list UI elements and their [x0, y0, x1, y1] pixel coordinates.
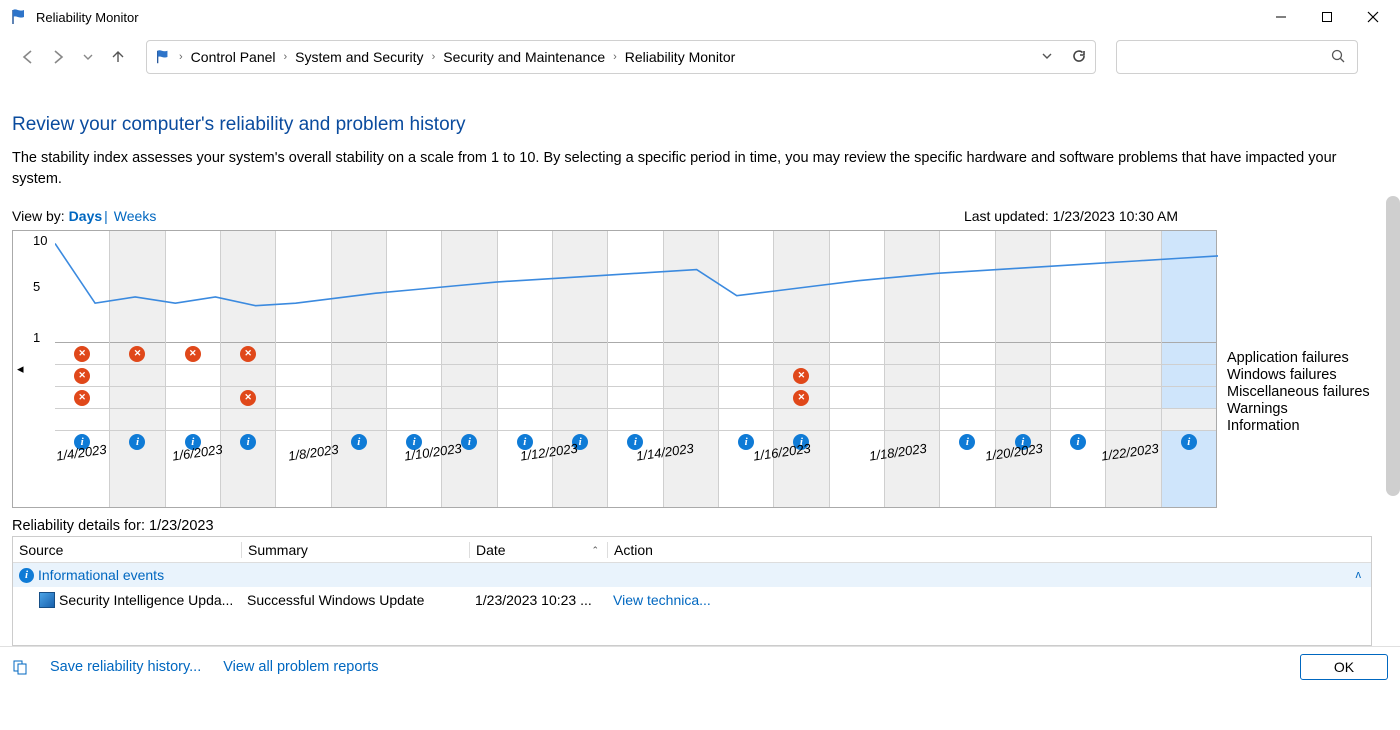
col-date[interactable]: Date⌃	[469, 542, 607, 558]
search-input[interactable]	[1116, 40, 1358, 74]
error-icon	[240, 390, 256, 406]
nav-back-button[interactable]	[18, 47, 38, 67]
viewby-days-link[interactable]: Days	[69, 208, 102, 224]
ytick: 1	[33, 330, 53, 345]
chevron-right-icon: ›	[611, 51, 619, 63]
titlebar: Reliability Monitor	[0, 0, 1400, 34]
chevron-up-icon: ʌ	[1356, 569, 1362, 581]
col-action[interactable]: Action	[607, 542, 1371, 558]
cell-source: Security Intelligence Upda...	[59, 592, 233, 608]
chevron-right-icon: ›	[177, 51, 185, 63]
nav-recent-button[interactable]	[78, 47, 98, 67]
group-row-informational[interactable]: Informational events ʌ	[13, 563, 1371, 587]
col-source[interactable]: Source	[13, 542, 241, 558]
chevron-right-icon: ›	[430, 51, 438, 63]
error-icon	[185, 346, 201, 362]
view-all-reports-link[interactable]: View all problem reports	[223, 659, 378, 675]
viewby-label: View by:	[12, 208, 65, 224]
error-icon	[129, 346, 145, 362]
nav-forward-button[interactable]	[48, 47, 68, 67]
table-header: Source Summary Date⌃ Action	[13, 537, 1371, 563]
reliability-chart[interactable]: 10 5 1 ◂ ▸ 1/4/20231/6/20231/8/20231/10/…	[12, 230, 1217, 508]
error-icon	[240, 346, 256, 362]
error-icon	[793, 368, 809, 384]
error-icon	[74, 368, 90, 384]
chevron-down-icon[interactable]	[1041, 49, 1053, 65]
last-updated-label: Last updated: 1/23/2023 10:30 AM	[964, 208, 1178, 224]
sort-asc-icon: ⌃	[591, 545, 599, 556]
separator: |	[104, 208, 108, 224]
group-label: Informational events	[38, 567, 164, 583]
breadcrumb-item[interactable]: Reliability Monitor	[625, 49, 735, 65]
ytick: 10	[33, 233, 53, 243]
breadcrumb-item[interactable]: Control Panel	[191, 49, 276, 65]
details-table: Source Summary Date⌃ Action Informationa…	[12, 536, 1372, 646]
maximize-button[interactable]	[1304, 1, 1350, 33]
footer: Save reliability history... View all pro…	[0, 646, 1400, 686]
error-icon	[74, 346, 90, 362]
page-description: The stability index assesses your system…	[12, 148, 1372, 190]
row-label-misc-failures: Miscellaneous failures	[1227, 384, 1370, 400]
cell-summary: Successful Windows Update	[241, 592, 469, 608]
window-title: Reliability Monitor	[36, 10, 139, 25]
col-summary[interactable]: Summary	[241, 542, 469, 558]
address-bar[interactable]: › Control Panel › System and Security › …	[146, 40, 1096, 74]
close-button[interactable]	[1350, 1, 1396, 33]
error-icon	[793, 390, 809, 406]
nav-row: › Control Panel › System and Security › …	[0, 38, 1400, 76]
cell-date: 1/23/2023 10:23 ...	[469, 592, 607, 608]
save-icon	[12, 659, 28, 675]
ok-button[interactable]: OK	[1300, 654, 1388, 680]
save-history-link[interactable]: Save reliability history...	[50, 659, 201, 675]
minimize-button[interactable]	[1258, 1, 1304, 33]
scrollbar[interactable]	[1386, 196, 1400, 496]
flag-icon	[155, 49, 171, 65]
breadcrumb-item[interactable]: System and Security	[295, 49, 423, 65]
ytick: 5	[33, 279, 53, 294]
viewby-weeks-link[interactable]: Weeks	[114, 208, 157, 224]
breadcrumb-item[interactable]: Security and Maintenance	[443, 49, 605, 65]
search-icon	[1331, 49, 1345, 66]
flag-icon	[10, 8, 28, 26]
details-label: Reliability details for: 1/23/2023	[12, 518, 1388, 534]
table-row[interactable]: Security Intelligence Upda... Successful…	[13, 587, 1371, 613]
row-label-warnings: Warnings	[1227, 401, 1370, 417]
cell-action-link[interactable]: View technica...	[607, 592, 711, 608]
refresh-icon[interactable]	[1071, 48, 1087, 67]
info-icon	[19, 568, 34, 583]
row-label-information: Information	[1227, 418, 1370, 434]
nav-up-button[interactable]	[108, 47, 128, 67]
row-label-win-failures: Windows failures	[1227, 367, 1370, 383]
scroll-left-icon[interactable]: ◂	[17, 361, 24, 377]
update-icon	[39, 592, 55, 608]
chevron-right-icon: ›	[282, 51, 290, 63]
row-label-app-failures: Application failures	[1227, 350, 1370, 366]
error-icon	[74, 390, 90, 406]
page-title: Review your computer's reliability and p…	[12, 114, 1388, 136]
